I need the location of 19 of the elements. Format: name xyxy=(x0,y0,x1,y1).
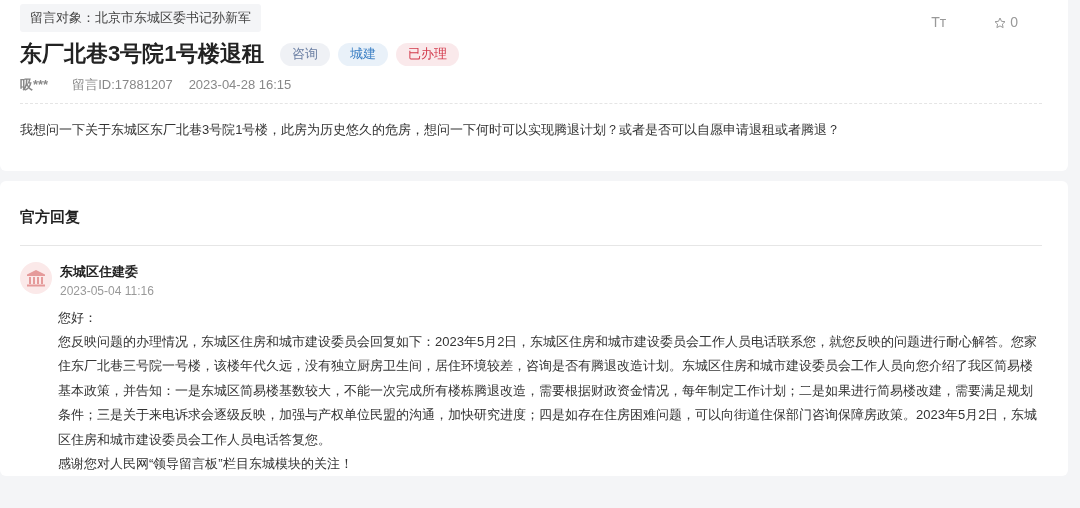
section-heading: 官方回复 xyxy=(20,209,80,226)
star-icon xyxy=(994,16,1007,29)
message-target: 留言对象：北京市东城区委书记孙新军 xyxy=(20,4,261,32)
reply-time: 2023-05-04 11:16 xyxy=(60,282,154,300)
message-time: 2023-04-28 16:15 xyxy=(188,76,292,95)
tag: 已办理 xyxy=(396,42,460,66)
tag: 城建 xyxy=(338,42,389,66)
department-name: 东城区住建委 xyxy=(60,263,139,282)
favorite-button[interactable]: 0 xyxy=(994,12,1018,33)
font-size-button[interactable]: Tт xyxy=(931,12,947,33)
building-icon xyxy=(20,262,52,295)
message-title: 东厂北巷3号院1号楼退租 xyxy=(20,41,265,68)
author-name: 吸*** xyxy=(20,76,49,95)
reply-paragraph: 感谢您对人民网“领导留言板”栏目东城模块的关注！ xyxy=(58,455,354,474)
reply-paragraph: 您反映问题的办理情况，东城区住房和城市建设委员会回复如下：2023年5月2日，东城区住房和城市建设委员会工作人员电话联系您，就您反映的问题进行耐心解答。您家住东厂北巷三号院一号楼，该楼年代久远，没有独立厨房卫生间，居住环境较差，咨询是否有腾退改造计划。东城区住房和城市建设委员会工作人员向您介绍了我区简易楼基本政策，并告知：一是东城区简易楼基数较大，不能一次完成所有楼栋腾退改造，需要根据财政资金情况，每年制定工作计划；二是如果进行简易楼改建，需要满足规划条件；三是关于来电诉求会逐级反映，加强与产权单位民盟的沟通，加快研究进度；四是如存在住房困难问题，可以向街道住保部门咨询保障房政策。2023年5月2日，东城区住房和城市建设委员会工作人员电话答复您。 xyxy=(58,333,1039,449)
tag: 咨询 xyxy=(280,42,331,66)
reply-paragraph: 您好： xyxy=(58,308,98,327)
message-body: 我想问一下关于东城区东厂北巷3号院1号楼，此房为历史悠久的危房，想问一下何时可以实现腾退计划？或者是否可以自愿申请退租或者腾退？ xyxy=(20,120,842,139)
message-id: 留言ID:17881207 xyxy=(72,76,173,95)
